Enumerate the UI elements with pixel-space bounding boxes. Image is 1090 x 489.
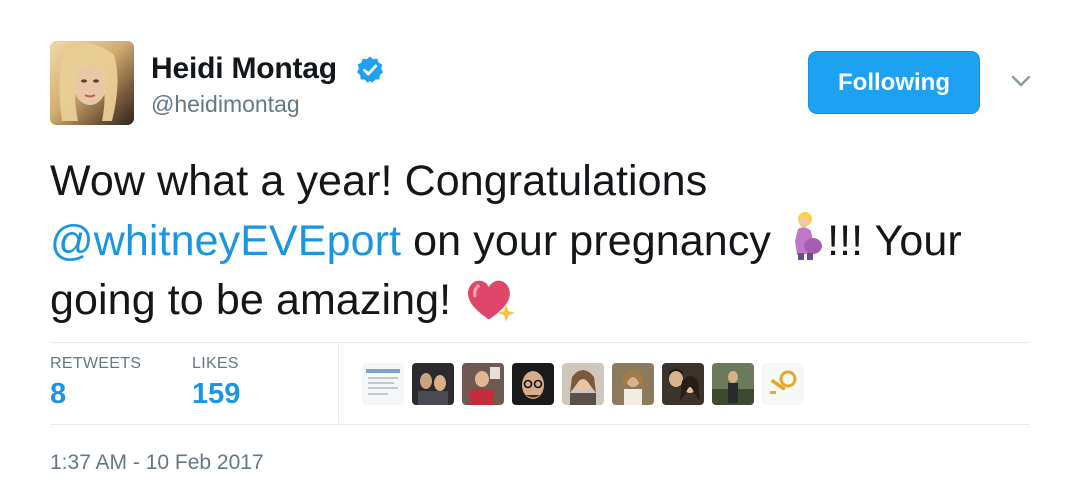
- tweet-text-line-2: @whitneyEVEport on your pregnancy !!! Yo…: [50, 211, 1040, 271]
- pregnant-woman-emoji: [795, 212, 823, 260]
- avatar-image: [50, 41, 134, 125]
- liker-avatar[interactable]: [762, 363, 804, 405]
- tweet-text-segment: going to be amazing!: [50, 276, 464, 324]
- liker-avatar[interactable]: [712, 363, 754, 405]
- stats-divider-top: [50, 342, 1030, 343]
- liker-avatar[interactable]: [462, 363, 504, 405]
- tweet-timestamp[interactable]: 1:37 AM - 10 Feb 2017: [50, 451, 264, 475]
- sparkling-heart-emoji: [468, 280, 516, 322]
- likes-label: LIKES: [192, 355, 239, 372]
- tweet-text-line-1: Wow what a year! Congratulations: [50, 157, 708, 205]
- tweet-text-segment: !!! Your: [827, 217, 962, 265]
- likers-avatars: [362, 363, 804, 405]
- tweet-card: Heidi Montag @heidimontag Following Wow …: [0, 0, 1090, 489]
- liker-avatar[interactable]: [362, 363, 404, 405]
- tweet-text: Wow what a year! Congratulations @whitne…: [50, 152, 1040, 330]
- liker-avatar[interactable]: [512, 363, 554, 405]
- likes-count[interactable]: 159: [192, 378, 240, 411]
- user-handle[interactable]: @heidimontag: [151, 91, 300, 118]
- verified-badge-icon: [357, 56, 383, 83]
- chevron-down-icon[interactable]: [1008, 70, 1034, 92]
- liker-avatar[interactable]: [412, 363, 454, 405]
- avatar[interactable]: [50, 41, 134, 125]
- mention-link[interactable]: @whitneyEVEport: [50, 217, 401, 265]
- retweets-label: RETWEETS: [50, 355, 142, 372]
- tweet-text-segment: on your pregnancy: [401, 217, 784, 265]
- liker-avatar[interactable]: [612, 363, 654, 405]
- liker-avatar[interactable]: [562, 363, 604, 405]
- tweet-text-line-3: going to be amazing!: [50, 271, 1040, 330]
- following-button[interactable]: Following: [808, 51, 980, 114]
- retweets-count[interactable]: 8: [50, 378, 66, 411]
- stats-divider-bottom: [50, 424, 1030, 425]
- stats-separator: [338, 344, 339, 423]
- display-name[interactable]: Heidi Montag: [151, 52, 337, 86]
- liker-avatar[interactable]: [662, 363, 704, 405]
